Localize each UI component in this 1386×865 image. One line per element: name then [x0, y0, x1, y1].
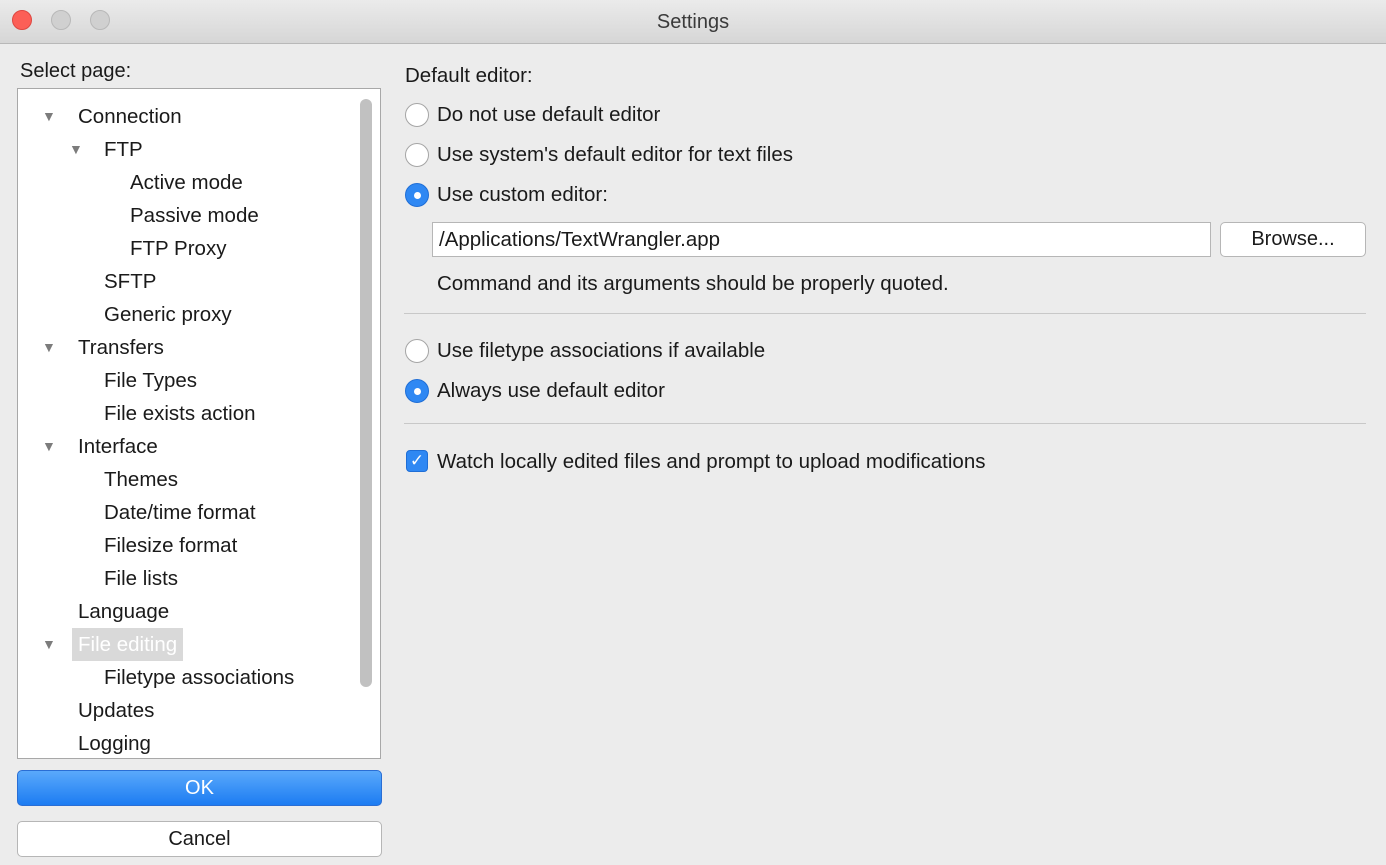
- tree-item-connection[interactable]: ▼ Connection: [18, 100, 358, 133]
- tree-item-ftp-proxy[interactable]: FTP Proxy: [18, 232, 358, 265]
- tree-item-date-time-format[interactable]: Date/time format: [18, 496, 358, 529]
- window-title: Settings: [656, 11, 730, 33]
- tree-item-generic-proxy[interactable]: Generic proxy: [18, 298, 358, 331]
- tree-item-ftp[interactable]: ▼ FTP: [18, 133, 358, 166]
- section-divider: [404, 313, 1366, 314]
- tree-item-file-lists[interactable]: File lists: [18, 562, 358, 595]
- radio-custom-editor-label[interactable]: Use custom editor:: [437, 183, 608, 207]
- watch-files-checkbox[interactable]: ✓: [406, 450, 428, 472]
- browse-button[interactable]: Browse...: [1220, 222, 1366, 257]
- select-page-label: Select page:: [20, 60, 132, 82]
- tree-item-filetype-associations[interactable]: Filetype associations: [18, 661, 358, 694]
- radio-system-default-editor-label[interactable]: Use system's default editor for text fil…: [437, 143, 793, 167]
- tree-item-themes[interactable]: Themes: [18, 463, 358, 496]
- section-divider: [404, 423, 1366, 424]
- cancel-button[interactable]: Cancel: [17, 821, 382, 857]
- radio-no-default-editor[interactable]: [405, 103, 429, 127]
- radio-custom-editor[interactable]: [405, 183, 429, 207]
- ok-button[interactable]: OK: [17, 770, 382, 806]
- tree-item-logging[interactable]: Logging: [18, 727, 358, 758]
- radio-always-default-editor[interactable]: [405, 379, 429, 403]
- radio-no-default-editor-label[interactable]: Do not use default editor: [437, 103, 660, 127]
- tree-item-updates[interactable]: Updates: [18, 694, 358, 727]
- tree-item-file-types[interactable]: File Types: [18, 364, 358, 397]
- default-editor-heading: Default editor:: [405, 64, 533, 87]
- disclosure-down-icon[interactable]: ▼: [42, 628, 56, 661]
- tree-item-file-exists-action[interactable]: File exists action: [18, 397, 358, 430]
- disclosure-down-icon[interactable]: ▼: [69, 133, 83, 166]
- radio-always-default-editor-label[interactable]: Always use default editor: [437, 379, 665, 403]
- checkmark-icon: ✓: [409, 451, 425, 470]
- title-bar: Settings: [0, 0, 1386, 44]
- tree-item-language[interactable]: Language: [18, 595, 358, 628]
- tree-item-file-editing[interactable]: ▼ File editing: [18, 628, 358, 661]
- disclosure-down-icon[interactable]: ▼: [42, 100, 56, 133]
- tree-item-filesize-format[interactable]: Filesize format: [18, 529, 358, 562]
- tree-item-active-mode[interactable]: Active mode: [18, 166, 358, 199]
- disclosure-down-icon[interactable]: ▼: [42, 331, 56, 364]
- custom-editor-path-field[interactable]: /Applications/TextWrangler.app: [432, 222, 1211, 257]
- editor-hint-text: Command and its arguments should be prop…: [437, 272, 949, 295]
- tree-item-transfers[interactable]: ▼ Transfers: [18, 331, 358, 364]
- watch-files-label[interactable]: Watch locally edited files and prompt to…: [437, 450, 985, 474]
- disclosure-down-icon[interactable]: ▼: [42, 430, 56, 463]
- radio-use-filetype-associations-label[interactable]: Use filetype associations if available: [437, 339, 765, 363]
- tree-item-interface[interactable]: ▼ Interface: [18, 430, 358, 463]
- page-tree[interactable]: ▼ Connection ▼ FTP Active mode Passive m…: [17, 88, 381, 759]
- tree-scrollbar[interactable]: [360, 99, 372, 687]
- radio-system-default-editor[interactable]: [405, 143, 429, 167]
- radio-use-filetype-associations[interactable]: [405, 339, 429, 363]
- tree-item-passive-mode[interactable]: Passive mode: [18, 199, 358, 232]
- tree-item-sftp[interactable]: SFTP: [18, 265, 358, 298]
